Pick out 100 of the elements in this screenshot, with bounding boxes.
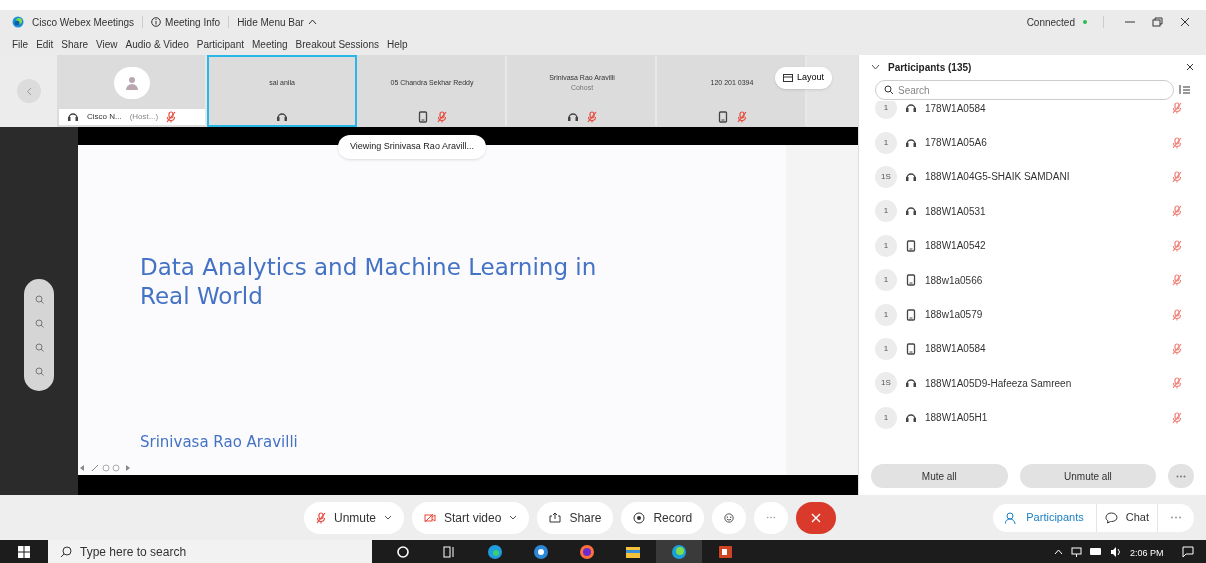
participant-badge: 1 — [875, 303, 897, 326]
slide-title: Data Analytics and Machine Learning in Real World — [140, 253, 598, 311]
task-view-icon[interactable] — [441, 543, 457, 560]
speaker-icon — [1110, 546, 1122, 557]
sort-icon[interactable] — [1178, 85, 1190, 95]
zoom-in-icon — [34, 342, 44, 352]
start-video-button[interactable]: Start video — [412, 501, 530, 534]
chrome-style-icon[interactable] — [533, 543, 549, 560]
participant-name: 188W1A04G5-SHAIK SAMDANI — [925, 170, 1071, 185]
chat-button[interactable]: Chat — [1096, 503, 1157, 532]
participant-name: 188W1A05H1 — [925, 411, 989, 426]
hide-menu-bar-button[interactable]: Hide Menu Bar — [237, 14, 317, 30]
more-icon — [1170, 516, 1182, 519]
participant-name: 178W1A05A6 — [925, 136, 988, 151]
taskbar-search-field[interactable]: Type here to search — [48, 540, 372, 563]
chat-bubble-icon — [1104, 511, 1118, 524]
participant-name: Cisco N... — [87, 111, 122, 123]
participant-badge: 1 — [875, 337, 897, 360]
participant-row[interactable]: 1 188W1A0542 — [859, 228, 1206, 263]
participant-row[interactable]: 1S 188W1A04G5-SHAIK SAMDANI — [859, 159, 1206, 195]
menu-item[interactable]: Edit — [36, 37, 54, 52]
participant-name: 188w1a0579 — [925, 308, 984, 323]
panel-button[interactable]: Unmute all — [1019, 464, 1157, 488]
restore-icon[interactable] — [1152, 17, 1164, 27]
people-icon — [1005, 511, 1019, 524]
zoom-out-icon — [34, 366, 44, 376]
menu-item[interactable]: Share — [61, 37, 89, 52]
search-field[interactable]: Search — [875, 80, 1174, 100]
chevron-up-icon — [1054, 548, 1063, 555]
participant-role: (Host...) — [129, 111, 159, 123]
menu-item[interactable]: File — [12, 37, 29, 52]
search-input[interactable]: Search — [898, 82, 1165, 98]
info-icon — [151, 17, 162, 27]
camera-off-icon — [424, 512, 437, 523]
layout-button[interactable]: Layout — [775, 67, 833, 89]
menu-item[interactable]: View — [96, 37, 118, 52]
more-icon — [1176, 474, 1187, 478]
participant-row[interactable]: 1 188w1a0579 — [859, 297, 1206, 332]
participant-row[interactable]: 1 178W1A05A6 — [859, 125, 1206, 160]
chevron-down-icon[interactable] — [871, 64, 880, 70]
cortana-icon[interactable] — [395, 543, 411, 560]
slide-author: Srinivasa Rao Aravilli — [140, 432, 298, 453]
menu-item[interactable]: Help — [386, 37, 408, 52]
user-icon — [126, 76, 138, 90]
participant-row[interactable]: 1 188W1A05H1 — [859, 400, 1206, 435]
meeting-info-button[interactable]: Meeting Info — [151, 14, 221, 30]
participant-row[interactable]: 1 178W1A0584 — [859, 101, 1206, 126]
participant-row[interactable]: 1 188W1A0584 — [859, 331, 1206, 367]
participant-row[interactable]: 1 188W1A0531 — [859, 194, 1206, 229]
participant-name: 188W1A05D9-Hafeeza Samreen — [925, 376, 1073, 391]
clock-time: 2:06 PM — [1130, 548, 1165, 558]
participant-name: 188w1a0566 — [925, 273, 984, 288]
participant-name: 188W1A0584 — [925, 342, 987, 357]
participants-button[interactable]: Participants — [993, 503, 1096, 532]
close-icon[interactable] — [1180, 17, 1190, 27]
participant-badge: 1 — [875, 269, 897, 292]
webex-logo-icon — [12, 16, 24, 28]
participant-row[interactable]: 1S 188W1A05D9-Hafeeza Samreen — [859, 366, 1206, 401]
caret-icon — [384, 515, 393, 520]
app-title: Cisco Webex Meetings — [32, 15, 135, 30]
firefox-browser-icon[interactable] — [579, 543, 595, 560]
record-button[interactable]: Record — [621, 501, 705, 534]
participant-name: 178W1A0584 — [925, 101, 987, 116]
smiley-icon — [724, 511, 735, 524]
connection-status: Connected — [1026, 15, 1075, 30]
menu-item[interactable]: Meeting — [252, 37, 288, 52]
menu-item[interactable]: Breakout Sessions — [295, 37, 379, 52]
caret-icon — [509, 515, 518, 520]
participant-badge: 1S — [875, 165, 897, 188]
close-icon — [811, 512, 822, 523]
webex-app-icon[interactable] — [671, 543, 687, 560]
powerpoint-icon[interactable] — [717, 543, 733, 560]
record-icon — [633, 511, 646, 524]
share-button[interactable]: Share — [537, 501, 614, 534]
more-icon — [766, 516, 777, 519]
video-tile[interactable]: Cisco N... (Host...) — [57, 55, 207, 127]
share-icon — [549, 512, 562, 523]
close-icon[interactable] — [1186, 63, 1194, 71]
menu-item[interactable]: Audio & Video — [125, 37, 189, 52]
status-dot-icon — [1083, 20, 1087, 24]
network-icon — [1071, 546, 1082, 557]
unmute-button[interactable]: Unmute — [304, 501, 405, 534]
chevron-left-icon — [25, 86, 32, 96]
participant-badge: 1 — [875, 234, 897, 257]
participant-name: 188W1A0531 — [925, 204, 987, 219]
notifications-icon[interactable] — [1182, 546, 1194, 557]
menu-item[interactable]: Participant — [196, 37, 244, 52]
chevron-up-icon — [307, 19, 317, 25]
search-icon — [884, 85, 894, 95]
participant-badge: 1 — [875, 101, 897, 120]
participant-name: 188W1A0542 — [925, 239, 987, 254]
panel-title: Participants (135) — [888, 60, 972, 75]
taskbar-search-input[interactable]: Type here to search — [80, 542, 360, 561]
search-icon — [60, 545, 72, 558]
participant-badge: 1 — [875, 200, 897, 223]
end-meeting-button[interactable] — [796, 501, 837, 534]
panel-button[interactable]: Mute all — [871, 464, 1008, 488]
battery-icon — [1090, 548, 1102, 555]
edge-browser-icon[interactable] — [487, 543, 503, 560]
participant-row[interactable]: 1 188w1a0566 — [859, 262, 1206, 298]
